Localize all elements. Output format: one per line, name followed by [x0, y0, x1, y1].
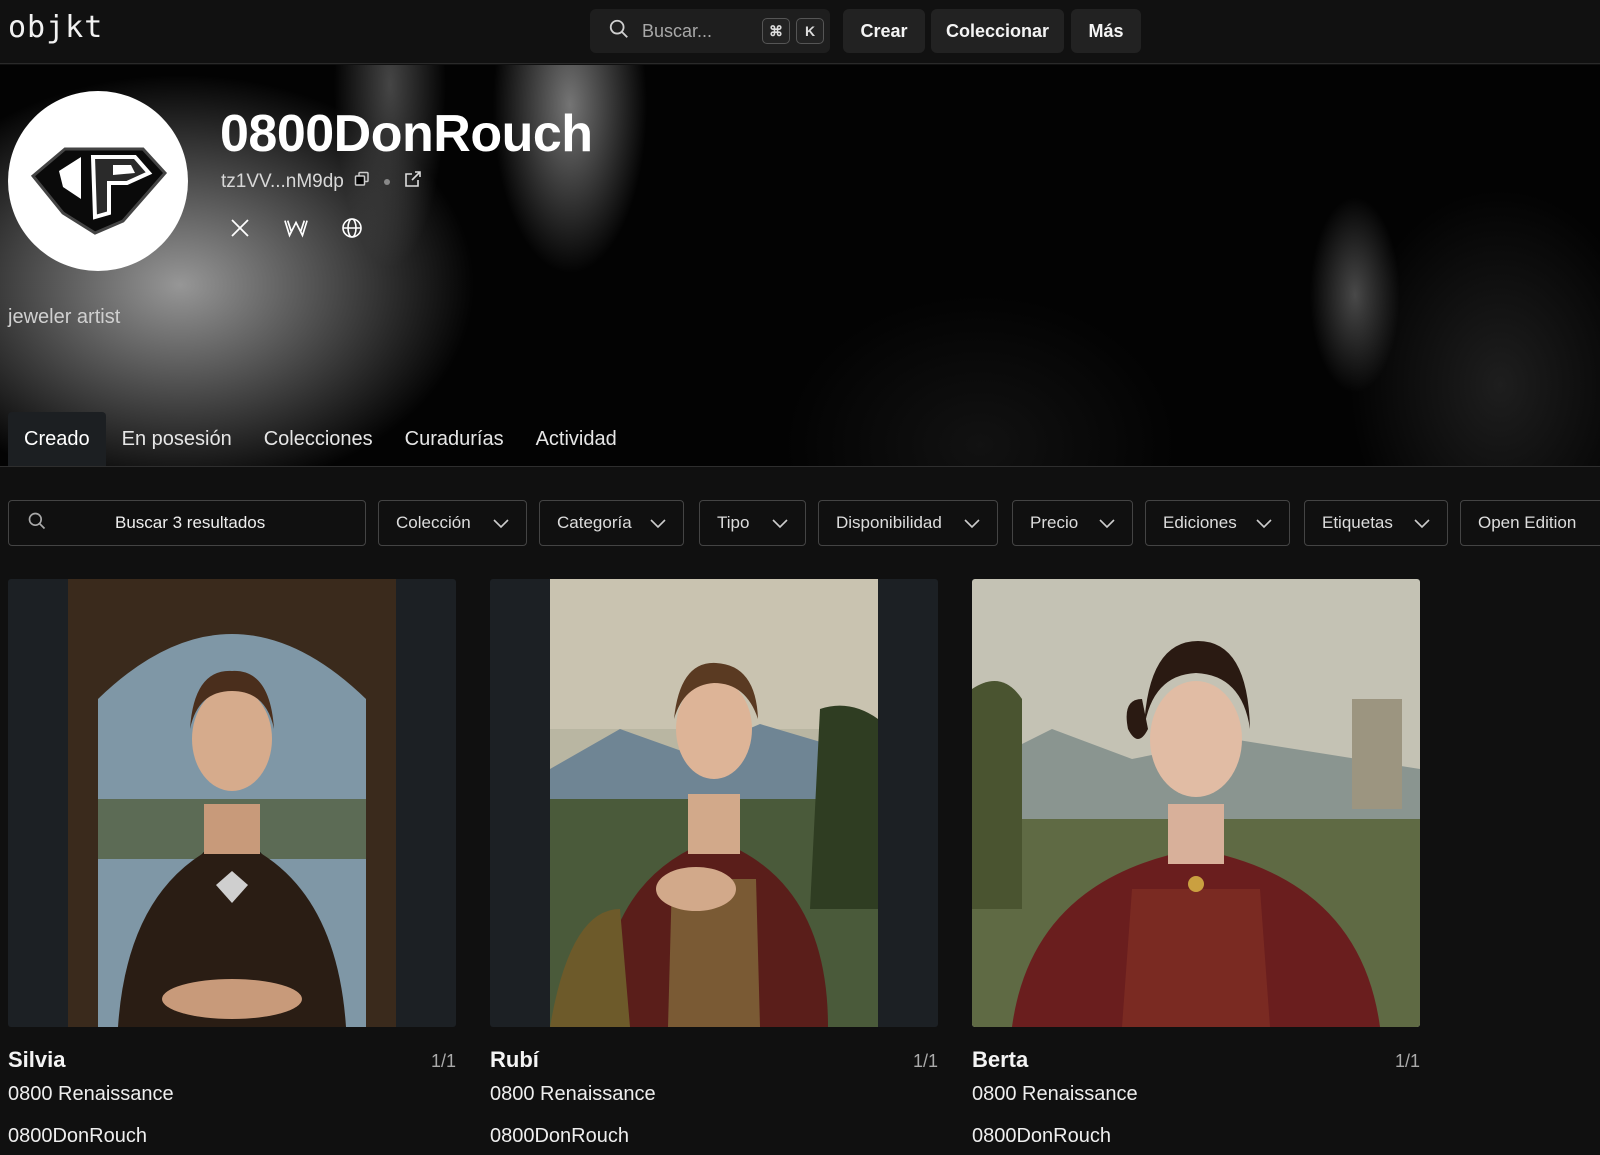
filter-label: Etiquetas — [1322, 513, 1393, 532]
filter-etiquetas[interactable]: Etiquetas — [1304, 500, 1448, 546]
w-icon[interactable] — [284, 216, 308, 240]
tab-actividad[interactable]: Actividad — [520, 412, 633, 467]
coleccionar-button[interactable]: Coleccionar — [931, 9, 1064, 53]
filter-label: Categoría — [557, 513, 632, 532]
tabs-divider — [0, 466, 1600, 467]
filter-categoria[interactable]: Categoría — [539, 500, 684, 546]
filter-label: Tipo — [717, 513, 750, 532]
separator-dot — [383, 179, 390, 185]
search-placeholder: Buscar... — [642, 20, 713, 41]
x-icon[interactable] — [228, 216, 252, 240]
filter-coleccion[interactable]: Colección — [378, 500, 527, 546]
external-link-icon[interactable] — [404, 170, 422, 194]
avatar — [8, 91, 188, 271]
edition-count: 1/1 — [912, 1051, 938, 1071]
filter-label: Ediciones — [1163, 513, 1237, 532]
crear-button[interactable]: Crear — [843, 9, 925, 53]
objkt-logo[interactable]: objkt — [8, 10, 103, 45]
tab-curadurias[interactable]: Curadurías — [389, 412, 520, 467]
filter-label: Colección — [396, 513, 471, 532]
profile-tabs: Creado En posesión Colecciones Curaduría… — [8, 412, 633, 467]
tab-creado[interactable]: Creado — [8, 412, 106, 467]
filter-label: Disponibilidad — [836, 513, 942, 532]
globe-icon[interactable] — [340, 216, 364, 240]
filter-label: Open Edition — [1478, 513, 1577, 532]
profile-name: 0800DonRouch — [220, 105, 593, 163]
search-icon — [27, 511, 47, 536]
artwork-artist[interactable]: 0800DonRouch — [8, 1125, 147, 1148]
artwork-image[interactable] — [8, 579, 456, 1027]
filter-tipo[interactable]: Tipo — [699, 500, 806, 546]
kbd-k: K — [796, 18, 824, 44]
artwork-collection[interactable]: 0800 Renaissance — [490, 1083, 656, 1106]
chevron-down-icon — [1414, 519, 1430, 529]
chevron-down-icon — [772, 519, 788, 529]
search-icon — [608, 18, 630, 45]
edition-count: 1/1 — [1394, 1051, 1420, 1071]
artwork-card[interactable]: Silvia 1/1 0800 Renaissance 0800DonRouch — [8, 579, 456, 1147]
profile-bio: jeweler artist — [8, 306, 121, 328]
artwork-card[interactable]: Rubí 1/1 0800 Renaissance 0800DonRouch — [490, 579, 938, 1147]
global-search[interactable]: Buscar... ⌘ K — [590, 9, 830, 53]
filter-label: Precio — [1030, 513, 1079, 532]
chevron-down-icon — [1256, 519, 1272, 529]
filter-open-edition[interactable]: Open Edition — [1460, 500, 1600, 546]
filter-ediciones[interactable]: Ediciones — [1145, 500, 1290, 546]
artwork-artist[interactable]: 0800DonRouch — [490, 1125, 629, 1148]
results-search-label: Buscar 3 resultados — [115, 513, 266, 532]
wallet-address: tz1VV...nM9dp — [221, 171, 344, 192]
artwork-card[interactable]: Berta 1/1 0800 Renaissance 0800DonRouch — [972, 579, 1420, 1147]
chevron-down-icon — [1099, 519, 1115, 529]
artist-logo-icon — [30, 147, 168, 235]
social-links — [228, 216, 364, 240]
artwork-title[interactable]: Berta — [972, 1047, 1028, 1073]
artwork-collection[interactable]: 0800 Renaissance — [972, 1083, 1138, 1106]
filter-disponibilidad[interactable]: Disponibilidad — [818, 500, 998, 546]
wallet-address-row: tz1VV...nM9dp — [221, 170, 422, 194]
artwork-title[interactable]: Silvia — [8, 1047, 65, 1073]
filter-precio[interactable]: Precio — [1012, 500, 1133, 546]
artwork-artist[interactable]: 0800DonRouch — [972, 1125, 1111, 1148]
artwork-image[interactable] — [972, 579, 1420, 1027]
tab-en-posesion[interactable]: En posesión — [106, 412, 248, 467]
kbd-cmd: ⌘ — [762, 18, 790, 44]
tab-colecciones[interactable]: Colecciones — [248, 412, 389, 467]
mas-button[interactable]: Más — [1071, 9, 1141, 53]
artwork-collection[interactable]: 0800 Renaissance — [8, 1083, 174, 1106]
artwork-image[interactable] — [490, 579, 938, 1027]
top-navbar: objkt Buscar... ⌘ K Crear Coleccionar Má… — [0, 0, 1600, 64]
copy-icon[interactable] — [354, 171, 370, 193]
results-search-input[interactable]: Buscar 3 resultados — [8, 500, 366, 546]
filter-bar: Buscar 3 resultados Colección Categoría … — [8, 500, 1600, 546]
chevron-down-icon — [650, 519, 666, 529]
edition-count: 1/1 — [430, 1051, 456, 1071]
chevron-down-icon — [964, 519, 980, 529]
chevron-down-icon — [493, 519, 509, 529]
artwork-title[interactable]: Rubí — [490, 1047, 539, 1073]
